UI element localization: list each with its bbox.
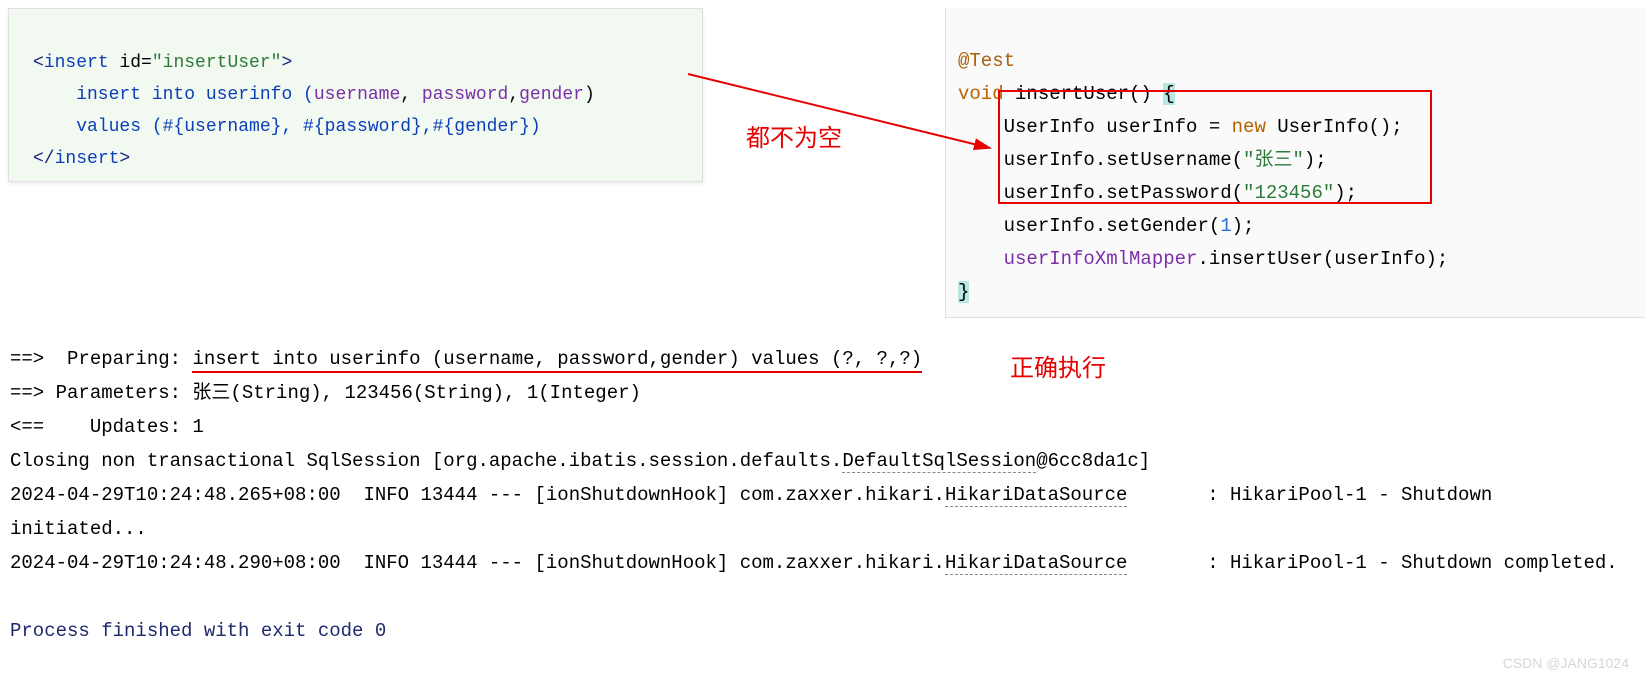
sql-col-username: username [314,85,400,105]
set-gender-call: userInfo.setGender( [958,215,1220,237]
console-prep-prefix: ==> Preparing: [10,348,192,370]
xml-attr-name: id [109,53,141,73]
mapper-call: .insertUser(userInfo); [1197,248,1448,270]
console-log2-class: HikariDataSource [945,552,1127,575]
console-closing-class: DefaultSqlSession [842,450,1036,473]
console-log2-a: 2024-04-29T10:24:48.290+08:00 INFO 13444… [10,552,945,574]
brace-close: } [958,281,969,303]
set-gender-end: ); [1232,215,1255,237]
mapper-indent [958,248,1004,270]
console-log1-class: HikariDataSource [945,484,1127,507]
console-log1-a: 2024-04-29T10:24:48.265+08:00 INFO 13444… [10,484,945,506]
sql-values-line: values (#{username}, #{password},#{gende… [33,117,541,137]
console-output: ==> Preparing: insert into userinfo (use… [10,308,1635,648]
xml-close-gt: > [119,149,130,169]
sql-keywords: insert into userinfo ( [33,85,314,105]
xml-tag-open: < [33,53,44,73]
sql-col-gender: gender [519,85,584,105]
xml-tag-close-gt: > [281,53,292,73]
num-1: 1 [1220,215,1231,237]
xml-tag-name: insert [44,53,109,73]
console-closing-c: @6cc8da1c] [1036,450,1150,472]
xml-code-block: <insert id="insertUser"> insert into use… [8,8,703,182]
highlight-box-setters [998,90,1432,204]
sql-col-password: password [422,85,508,105]
console-log2-c: : HikariPool-1 - Shutdown completed. [1127,552,1617,574]
console-params: ==> Parameters: 张三(String), 123456(Strin… [10,382,641,404]
mapper-var: userInfoXmlMapper [1004,248,1198,270]
sql-comma2: , [508,85,519,105]
sql-comma1: , [400,85,422,105]
arrow-icon [680,66,1000,166]
console-prep-sql: insert into userinfo (username, password… [192,348,922,373]
xml-attr-eq: = [141,53,152,73]
console-updates: <== Updates: 1 [10,416,204,438]
xml-close-lt: </ [33,149,55,169]
console-exit-code: Process finished with exit code 0 [10,620,386,642]
console-closing-a: Closing non transactional SqlSession [or… [10,450,842,472]
xml-close-name: insert [55,149,120,169]
xml-attr-value: "insertUser" [152,53,282,73]
sql-paren: ) [584,85,595,105]
